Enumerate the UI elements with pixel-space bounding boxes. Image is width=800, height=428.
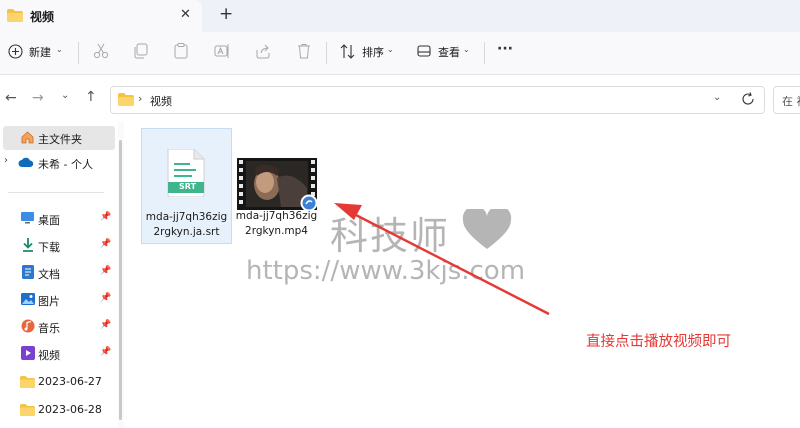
command-bar — [0, 32, 800, 75]
pin-icon[interactable]: 📌 — [100, 320, 111, 330]
sort-icon — [340, 44, 355, 59]
rename-icon[interactable] — [214, 43, 230, 59]
file-name-line: 2rgkyn.mp4 — [245, 225, 308, 237]
video-icon — [21, 346, 35, 360]
desktop-icon — [21, 212, 34, 224]
copy-icon[interactable] — [133, 43, 149, 59]
recent-chevron-icon[interactable]: ⌄ — [61, 90, 69, 101]
folder-icon — [20, 404, 35, 416]
pin-icon[interactable]: 📌 — [100, 212, 111, 222]
chevron-down-icon: ⌄ — [463, 45, 470, 54]
file-item-mp4[interactable]: mda-jj7qh36zig 2rgkyn.mp4 — [232, 128, 321, 242]
search-box[interactable]: 在 视 — [773, 86, 800, 114]
tab-title: 视频 — [30, 10, 55, 24]
folder-icon — [118, 93, 134, 106]
chevron-down-icon: ⌄ — [56, 45, 63, 54]
sidebar-item-label: 视频 — [38, 349, 60, 362]
tab-videos[interactable]: 视频 ✕ — [0, 0, 202, 32]
toolbar-divider — [326, 42, 327, 64]
sort-label: 排序 — [362, 46, 384, 59]
forward-arrow-icon[interactable]: → — [32, 90, 44, 106]
sidebar-item-label: 2023-06-28 — [38, 403, 102, 416]
chevron-down-icon: ⌄ — [387, 45, 394, 54]
sidebar-item-label: 图片 — [38, 295, 60, 308]
pin-icon[interactable]: 📌 — [100, 293, 111, 303]
address-bar[interactable]: › 视频 ⌄ — [110, 86, 765, 114]
sidebar-item-label: 下载 — [38, 241, 60, 254]
toolbar-divider — [484, 42, 485, 64]
pin-icon[interactable]: 📌 — [100, 347, 111, 357]
download-icon — [23, 238, 33, 252]
up-arrow-icon[interactable]: ↑ — [85, 89, 97, 105]
new-label: 新建 — [29, 46, 51, 59]
sidebar-divider — [8, 192, 104, 193]
srt-badge: SRT — [179, 182, 197, 191]
address-dropdown-icon[interactable]: ⌄ — [713, 92, 721, 103]
breadcrumb-videos[interactable]: 视频 — [150, 93, 172, 109]
sidebar-scrollbar-thumb[interactable] — [119, 140, 122, 420]
sidebar-item-label: 未希 - 个人 — [38, 158, 93, 171]
sidebar-item-downloads[interactable]: 下载 📌 — [0, 234, 118, 258]
refresh-icon[interactable] — [741, 92, 755, 106]
folder-icon — [7, 9, 23, 22]
music-icon — [21, 319, 35, 333]
sidebar-item-label: 2023-06-27 — [38, 375, 102, 388]
sidebar-item-personal-cloud[interactable]: › 未希 - 个人 — [0, 151, 118, 175]
paste-icon[interactable] — [173, 43, 189, 59]
home-icon — [21, 131, 34, 144]
annotation-text: 直接点击播放视频即可 — [586, 334, 731, 350]
picture-icon — [21, 293, 35, 305]
file-item-srt[interactable]: SRT mda-jj7qh36zig 2rgkyn.ja.srt — [141, 128, 232, 244]
sidebar-item-label: 文档 — [38, 268, 60, 281]
expand-chevron-icon[interactable]: › — [4, 155, 8, 166]
sidebar-item-pictures[interactable]: 图片 📌 — [0, 288, 118, 312]
sidebar-item-label: 主文件夹 — [38, 133, 82, 146]
new-button[interactable]: 新建 ⌄ — [8, 43, 64, 63]
sidebar-item-documents[interactable]: 文档 📌 — [0, 261, 118, 285]
file-name: mda-jj7qh36zig 2rgkyn.ja.srt — [142, 210, 231, 240]
view-icon — [417, 45, 431, 57]
cut-icon[interactable] — [93, 43, 109, 59]
sidebar-item-desktop[interactable]: 桌面 📌 — [0, 207, 118, 231]
view-button[interactable]: 查看 ⌄ — [417, 43, 473, 63]
share-icon[interactable] — [255, 43, 271, 59]
document-icon — [22, 265, 34, 279]
file-name-line: mda-jj7qh36zig — [145, 211, 228, 223]
toolbar-divider — [78, 42, 79, 64]
sidebar-item-folder-2023-06-27[interactable]: 2023-06-27 — [0, 370, 118, 394]
plus-circle-icon — [8, 44, 23, 59]
new-tab-button[interactable]: + — [219, 4, 233, 24]
file-name: mda-jj7qh36zig 2rgkyn.mp4 — [232, 209, 321, 239]
sort-button[interactable]: 排序 ⌄ — [340, 43, 396, 63]
back-arrow-icon[interactable]: ← — [5, 90, 17, 106]
folder-icon — [20, 376, 35, 388]
search-placeholder: 在 视 — [782, 95, 800, 108]
more-options-icon[interactable]: ··· — [497, 41, 513, 57]
file-name-line: 2rgkyn.ja.srt — [153, 226, 220, 238]
cloud-icon — [18, 157, 34, 167]
delete-icon[interactable] — [296, 43, 312, 59]
sidebar-item-videos[interactable]: 视频 📌 — [0, 342, 118, 366]
view-label: 查看 — [438, 46, 460, 59]
sidebar-item-label: 桌面 — [38, 214, 60, 227]
pin-icon[interactable]: 📌 — [100, 266, 111, 276]
file-name-line: mda-jj7qh36zig — [235, 210, 318, 222]
sidebar-item-home[interactable]: 主文件夹 — [3, 126, 115, 150]
sidebar-item-music[interactable]: 音乐 📌 — [0, 315, 118, 339]
annotation-arrow — [334, 203, 550, 316]
pin-icon[interactable]: 📌 — [100, 239, 111, 249]
sidebar-item-label: 音乐 — [38, 322, 60, 335]
breadcrumb-separator: › — [138, 92, 143, 105]
sidebar-item-folder-2023-06-28[interactable]: 2023-06-28 — [0, 398, 118, 422]
tab-close-icon[interactable]: ✕ — [180, 7, 191, 22]
